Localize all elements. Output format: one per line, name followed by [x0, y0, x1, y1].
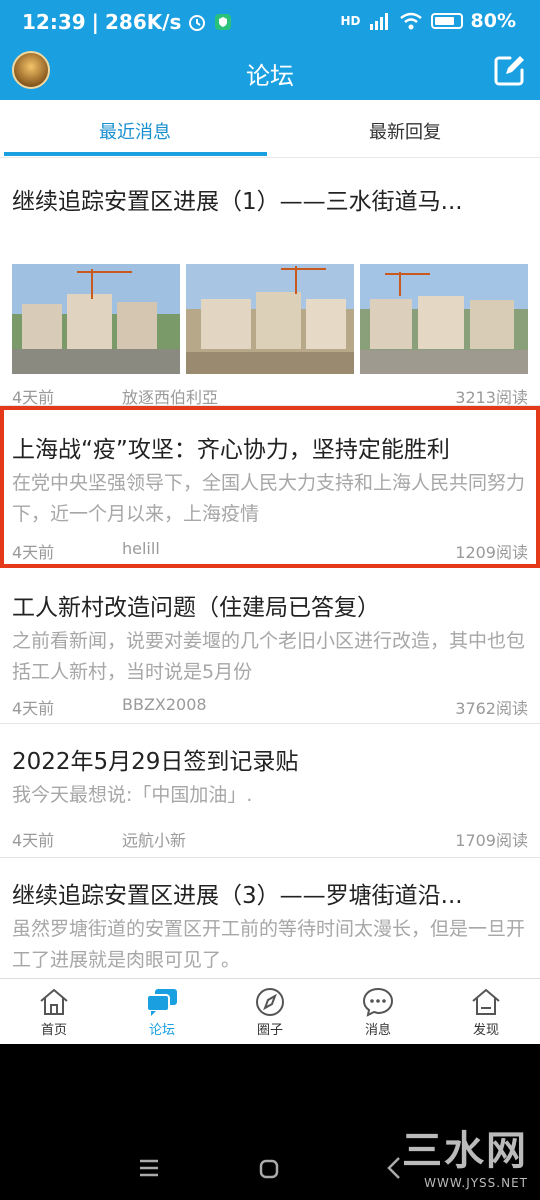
post-author[interactable]: BBZX2008: [122, 695, 207, 714]
network-speed: 286K/s: [104, 10, 182, 34]
home-button-icon[interactable]: [258, 1158, 280, 1180]
post-author[interactable]: helill: [122, 539, 160, 558]
list-item[interactable]: 继续追踪安置区进展（1）——三水街道马... 4天前 放逐西伯利亞 3213阅读: [0, 158, 540, 408]
post-reads: 1209阅读: [455, 543, 528, 562]
post-title: 上海战“疫”攻坚：齐心协力，坚持定能胜利: [12, 437, 450, 463]
post-title: 2022年5月29日签到记录贴: [12, 749, 299, 775]
battery-level: 80%: [470, 10, 516, 32]
discover-icon: [472, 988, 500, 1015]
nav-label: 首页: [40, 1023, 67, 1038]
nav-label: 消息: [364, 1023, 391, 1038]
tab-latest-reply[interactable]: 最新回复: [270, 118, 540, 144]
bottom-nav: 首页 论坛 圈子 消息 发现: [0, 978, 540, 1044]
network-type: HD: [340, 14, 361, 28]
post-image[interactable]: [12, 264, 180, 374]
alarm-icon: [189, 15, 206, 31]
list-item[interactable]: 继续追踪安置区进展（3）——罗塘街道沿... 虽然罗塘街道的安置区开工前的等待时…: [0, 858, 540, 978]
nav-label: 圈子: [256, 1023, 283, 1038]
post-reads: 1709阅读: [455, 831, 528, 850]
nav-home[interactable]: 首页: [0, 987, 108, 1038]
post-title: 继续追踪安置区进展（3）——罗塘街道沿...: [12, 883, 463, 909]
home-icon: [40, 988, 68, 1015]
tab-indicator: [4, 152, 267, 156]
post-time: 4天前: [12, 699, 55, 718]
message-icon: [362, 987, 394, 1017]
wifi-icon: [399, 12, 422, 30]
post-images: [12, 264, 528, 374]
nav-messages[interactable]: 消息: [324, 987, 432, 1038]
post-reads: 3762阅读: [455, 699, 528, 718]
system-nav-bar: 三水网 WWW.JYSS.NET: [0, 1044, 540, 1200]
post-image[interactable]: [186, 264, 354, 374]
compass-icon: [256, 988, 284, 1016]
forum-icon: [146, 989, 177, 1016]
back-icon[interactable]: [386, 1156, 402, 1180]
post-author[interactable]: 远航小新: [122, 827, 186, 851]
post-time: 4天前: [12, 831, 55, 850]
battery-icon: [430, 13, 463, 29]
edit-icon[interactable]: [492, 54, 526, 88]
post-excerpt: 之前看新闻，说要对姜堰的几个老旧小区进行改造，其中也包括工人新村，当时说是5月份: [12, 630, 526, 683]
post-title: 继续追踪安置区进展（1）——三水街道马...: [12, 189, 463, 215]
watermark: 三水网 WWW.JYSS.NET: [402, 1118, 528, 1190]
nav-label: 发现: [472, 1023, 499, 1038]
nav-label: 论坛: [148, 1023, 175, 1038]
nav-circle[interactable]: 圈子: [216, 987, 324, 1038]
post-excerpt: 在党中央坚强领导下，全国人民大力支持和上海人民共同努力下，近一个月以来，上海疫情: [12, 472, 526, 525]
watermark-logo: 三水网: [402, 1128, 528, 1174]
post-time: 4天前: [12, 543, 55, 562]
post-author[interactable]: 放逐西伯利亞: [122, 384, 218, 408]
watermark-url: WWW.JYSS.NET: [424, 1176, 528, 1190]
post-reads: 3213阅读: [455, 388, 528, 407]
menu-icon[interactable]: [138, 1158, 160, 1178]
status-time: 12:39: [22, 10, 86, 34]
tab-recent[interactable]: 最近消息: [0, 118, 270, 144]
app-header: 论坛: [0, 42, 540, 100]
post-title: 工人新村改造问题（住建局已答复）: [12, 595, 380, 621]
nav-forum[interactable]: 论坛: [108, 987, 216, 1038]
list-item[interactable]: 2022年5月29日签到记录贴 我今天最想说:「中国加油」. 4天前 远航小新 …: [0, 724, 540, 858]
status-bar: 12:39 | 286K/s HD 80%: [0, 0, 540, 42]
page-title: 论坛: [246, 62, 294, 90]
tab-bar: 最近消息 最新回复: [0, 100, 540, 158]
list-item[interactable]: 上海战“疫”攻坚：齐心协力，坚持定能胜利 在党中央坚强领导下，全国人民大力支持和…: [0, 406, 540, 568]
post-excerpt: 虽然罗塘街道的安置区开工前的等待时间太漫长，但是一旦开工了进展就是肉眼可见了。: [12, 918, 526, 971]
post-image[interactable]: [360, 264, 528, 374]
nav-discover[interactable]: 发现: [432, 987, 540, 1038]
post-list: 继续追踪安置区进展（1）——三水街道马... 4天前 放逐西伯利亞 3213阅读…: [0, 158, 540, 978]
post-excerpt: 我今天最想说:「中国加油」.: [12, 784, 253, 806]
shield-icon: [215, 14, 232, 30]
list-item[interactable]: 工人新村改造问题（住建局已答复） 之前看新闻，说要对姜堰的几个老旧小区进行改造，…: [0, 568, 540, 724]
signal-icon: [369, 13, 388, 30]
post-time: 4天前: [12, 388, 55, 407]
